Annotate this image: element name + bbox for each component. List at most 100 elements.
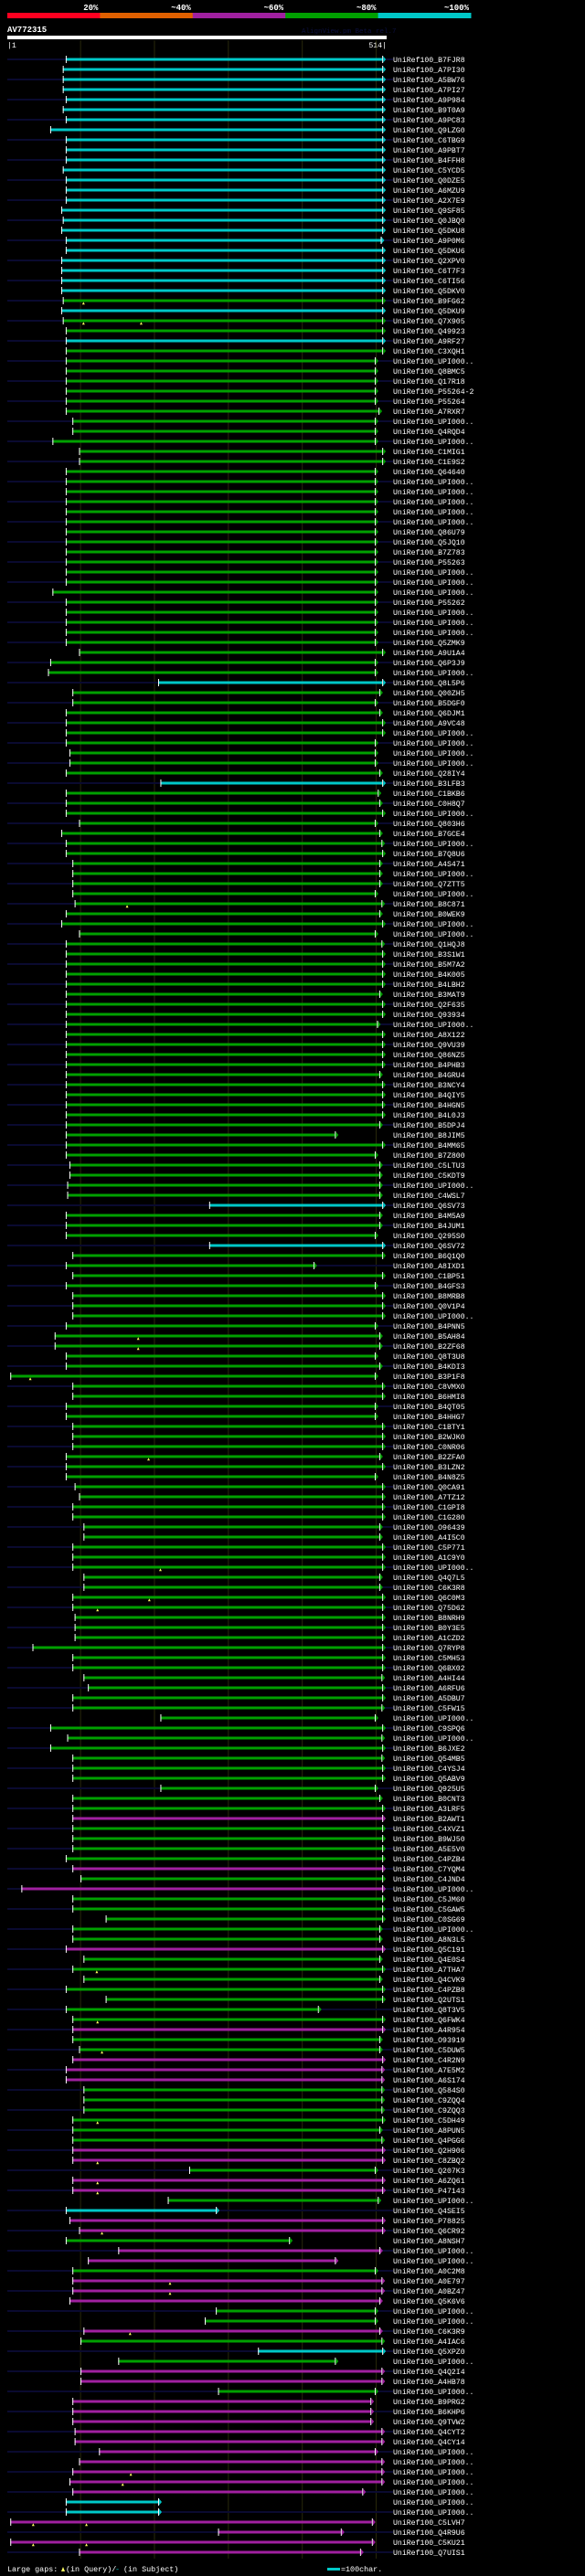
hit-row[interactable]: UniRef100_UPI000.. [72,870,473,879]
hit-label[interactable]: UniRef100_A3LRF5 [393,1805,465,1814]
hit-row[interactable]: UniRef100_P55264 [7,398,465,407]
hit-label[interactable]: UniRef100_Q803H6 [393,820,465,829]
hit-row[interactable]: UniRef100_B7Q8U6 [65,850,465,859]
hit-row[interactable]: UniRef100_A7PI27 [62,86,465,95]
hit-label[interactable]: UniRef100_C5LTU3 [393,1161,465,1171]
hit-row[interactable]: UniRef100_C5MH53 [72,1654,465,1663]
hit-label[interactable]: UniRef100_P55264 [393,398,465,407]
hit-label[interactable]: UniRef100_Q6C0M3 [393,1594,465,1603]
hit-row[interactable]: UniRef100_C5DH49 [72,2116,465,2125]
hit-row[interactable]: UniRef100_Q6SV73 [7,1202,465,1211]
hit-label[interactable]: UniRef100_UPI000.. [393,498,473,507]
hit-label[interactable]: UniRef100_UPI000.. [393,518,473,527]
hit-label[interactable]: UniRef100_B8C871 [393,900,465,909]
hit-label[interactable]: UniRef100_C4YSJ4 [393,1765,465,1774]
hit-row[interactable]: UniRef100_UPI000.. [7,2508,473,2518]
hit-row[interactable]: UniRef100_UPI000.. [7,840,473,849]
hit-label[interactable]: UniRef100_C4R2N9 [393,2056,465,2065]
hit-label[interactable]: UniRef100_A9P0M6 [393,237,465,246]
hit-label[interactable]: UniRef100_UPI000.. [393,1021,473,1030]
hit-row[interactable]: UniRef100_C1BKB6 [65,790,465,799]
hit-label[interactable]: UniRef100_UPI000.. [393,488,473,497]
hit-row[interactable]: UniRef100_Q2XPV0 [7,257,465,266]
hit-label[interactable]: UniRef100_P78825 [393,2217,465,2226]
hit-row[interactable]: UniRef100_B8JIM5 [65,1131,465,1140]
hit-label[interactable]: UniRef100_B2ZFA0 [393,1453,465,1462]
hit-label[interactable]: UniRef100_C5DUW5 [393,2046,465,2055]
hit-label[interactable]: UniRef100_A5DBU7 [393,1694,465,1703]
hit-row[interactable]: UniRef100_Q00ZH5 [72,689,465,698]
hit-row[interactable]: UniRef100_Q5DKU6 [65,247,465,256]
hit-row[interactable]: UniRef100_A4HI44 [83,1674,465,1683]
hit-row[interactable]: UniRef100_B7Z783 [65,548,465,557]
hit-label[interactable]: UniRef100_UPI000.. [393,840,473,849]
hit-row[interactable]: UniRef100_UPI000.. [7,578,473,588]
hit-row[interactable]: UniRef100_B4QT05 [7,1403,465,1412]
hit-row[interactable]: UniRef100_B4JUM1 [7,1222,465,1231]
hit-label[interactable]: UniRef100_Q0CA91 [393,1483,465,1492]
hit-label[interactable]: UniRef100_B3NCY4 [393,1081,465,1090]
hit-label[interactable]: UniRef100_Q2XPV0 [393,257,465,266]
hit-row[interactable]: UniRef100_UPI000.. [72,1312,473,1321]
hit-label[interactable]: UniRef100_C5YCD5 [393,166,465,175]
hit-label[interactable]: UniRef100_Q6P3J9 [393,659,465,668]
hit-label[interactable]: UniRef100_C4PZB8 [393,1986,465,1995]
hit-row[interactable]: UniRef100_Q5K6V6 [69,2297,465,2306]
hit-row[interactable]: UniRef100_Q5DKU8 [61,227,465,236]
hit-row[interactable]: UniRef100_A9U1A4 [79,649,465,658]
hit-label[interactable]: UniRef100_P47143 [393,2187,465,2196]
hit-label[interactable]: UniRef100_A2X7E9 [393,196,465,206]
hit-row[interactable]: UniRef100_UPI000.. [7,518,473,527]
hit-label[interactable]: UniRef100_B3LFB3 [393,779,465,789]
hit-label[interactable]: UniRef100_A6S174 [393,2076,465,2085]
hit-label[interactable]: UniRef100_UPI000.. [393,890,473,899]
hit-row[interactable]: UniRef100_B3P1F8 [10,1373,465,1382]
hit-label[interactable]: UniRef100_A9P984 [393,96,465,105]
hit-label[interactable]: UniRef100_B4HHG7 [393,1413,465,1422]
hit-label[interactable]: UniRef100_C4JND4 [393,1875,465,1884]
hit-label[interactable]: UniRef100_Q93934 [393,1011,465,1020]
hit-label[interactable]: UniRef100_Q5DKU9 [393,307,465,316]
hit-row[interactable]: UniRef100_Q5DKU9 [61,307,465,316]
hit-row[interactable]: UniRef100_UPI000.. [65,810,474,819]
hit-label[interactable]: UniRef100_UPI000.. [393,2448,473,2457]
hit-row[interactable]: UniRef100_Q49923 [65,327,465,336]
hit-row[interactable]: UniRef100_C5JM60 [72,1895,465,1904]
hit-label[interactable]: UniRef100_UPI000.. [393,2458,473,2467]
hit-row[interactable]: UniRef100_Q4PGG6 [72,2136,465,2146]
hit-label[interactable]: UniRef100_Q7RYP8 [393,1644,465,1653]
hit-label[interactable]: UniRef100_Q5ZMK9 [393,639,465,648]
hit-label[interactable]: UniRef100_C5MH53 [393,1654,465,1663]
hit-row[interactable]: UniRef100_B4HGN5 [7,1101,465,1110]
hit-row[interactable]: UniRef100_B5AH84 [54,1332,465,1341]
hit-row[interactable]: UniRef100_UPI000.. [7,2388,473,2397]
hit-label[interactable]: UniRef100_Q8L5P6 [393,679,465,688]
hit-row[interactable]: UniRef100_UPI000.. [48,669,473,678]
hit-row[interactable]: UniRef100_A0E797 [72,2277,465,2286]
hit-label[interactable]: UniRef100_A7TZ12 [393,1493,465,1502]
hit-label[interactable]: UniRef100_Q5ABV9 [393,1775,465,1784]
hit-label[interactable]: UniRef100_C9ZQQ3 [393,2106,465,2115]
hit-row[interactable]: UniRef100_UPI000.. [7,498,473,507]
hit-label[interactable]: UniRef100_A4S471 [393,860,465,869]
hit-label[interactable]: UniRef100_A0E797 [393,2277,465,2286]
hit-label[interactable]: UniRef100_Q86NZ5 [393,1051,465,1060]
hit-row[interactable]: UniRef100_Q4CVK9 [83,1976,465,1985]
hit-label[interactable]: UniRef100_UPI000.. [393,2388,473,2397]
hit-row[interactable]: UniRef100_A7PI30 [62,66,465,75]
hit-label[interactable]: UniRef100_C9SPQ6 [393,1724,465,1733]
hit-label[interactable]: UniRef100_B4QT05 [393,1403,465,1412]
hit-label[interactable]: UniRef100_A8IXD1 [393,1262,465,1271]
hit-label[interactable]: UniRef100_Q9VU39 [393,1041,465,1050]
hit-label[interactable]: UniRef100_Q49923 [393,327,465,336]
hit-label[interactable]: UniRef100_A5E5V0 [393,1845,465,1854]
hit-row[interactable]: UniRef100_Q4E0S4 [83,1956,465,1965]
hit-label[interactable]: UniRef100_C1G280 [393,1513,465,1522]
hit-label[interactable]: UniRef100_UPI000.. [393,508,473,517]
hit-row[interactable]: UniRef100_C1E9S2 [7,458,465,467]
hit-row[interactable]: UniRef100_A9PBT7 [65,146,465,155]
hit-row[interactable]: UniRef100_C5FW15 [7,1704,465,1713]
hit-label[interactable]: UniRef100_B4N8Z5 [393,1473,465,1482]
hit-row[interactable]: UniRef100_UPI000.. [204,2317,473,2327]
hit-row[interactable]: UniRef100_B0Y3E5 [7,1624,465,1633]
